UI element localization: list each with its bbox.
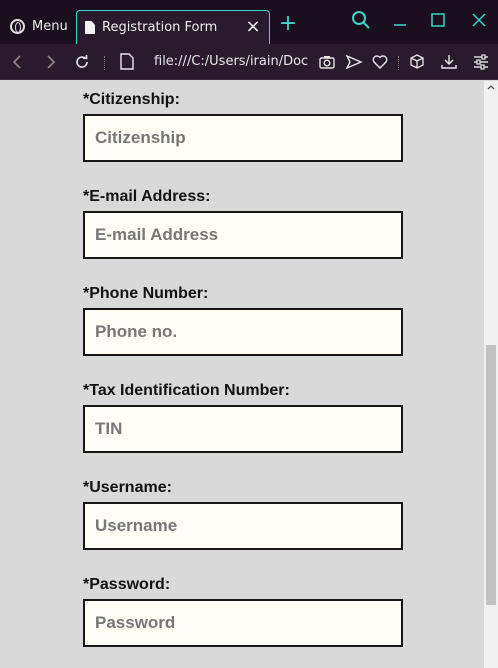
email-label: *E-mail Address: (83, 188, 211, 205)
citizenship-input[interactable]: Citizenship (83, 114, 403, 162)
password-label: *Password: (83, 576, 171, 593)
download-icon[interactable] (440, 53, 458, 71)
snapshot-icon[interactable] (318, 53, 336, 71)
new-tab-button[interactable]: + (278, 12, 298, 36)
tab-registration-form[interactable]: Registration Form × (76, 10, 270, 44)
address-bar: file:///C:/Users/irain/Documents/ (0, 44, 498, 80)
menu-label: Menu (32, 18, 68, 34)
password-input[interactable]: Password (83, 599, 403, 647)
phone-input[interactable]: Phone no. (83, 308, 403, 356)
extensions-cube-icon[interactable] (408, 53, 426, 71)
url-field[interactable]: file:///C:/Users/irain/Documents/ (154, 44, 308, 80)
phone-label: *Phone Number: (83, 285, 209, 302)
send-icon[interactable] (345, 53, 363, 71)
document-icon (85, 21, 95, 34)
maximize-icon[interactable] (428, 10, 450, 32)
email-input[interactable]: E-mail Address (83, 211, 403, 259)
vertical-scrollbar[interactable] (484, 81, 498, 668)
forward-icon[interactable] (40, 52, 60, 72)
username-input[interactable]: Username (83, 502, 403, 550)
back-icon[interactable] (8, 52, 28, 72)
minimize-icon[interactable] (390, 10, 412, 32)
tin-input[interactable]: TIN (83, 405, 403, 453)
tab-title: Registration Form (102, 20, 218, 35)
close-window-icon[interactable] (469, 10, 491, 32)
opera-menu-button[interactable]: Menu (0, 12, 74, 40)
toolbar-divider (398, 56, 399, 70)
bookmark-heart-icon[interactable] (371, 53, 389, 71)
scrollbar-thumb[interactable] (486, 345, 496, 605)
tin-label: *Tax Identification Number: (83, 382, 290, 399)
toolbar-divider (104, 56, 105, 70)
page-icon (120, 53, 134, 70)
opera-logo-icon (10, 18, 25, 34)
close-tab-button[interactable]: × (243, 17, 263, 37)
tab-bar: Menu Registration Form × + (0, 0, 498, 44)
reload-icon[interactable] (72, 52, 92, 72)
easy-setup-icon[interactable] (472, 53, 490, 71)
registration-form: *Citizenship: Citizenship *E-mail Addres… (0, 81, 484, 668)
citizenship-label: *Citizenship: (83, 91, 180, 108)
scroll-up-icon[interactable] (484, 81, 498, 95)
search-icon[interactable] (350, 10, 372, 32)
username-label: *Username: (83, 479, 172, 496)
